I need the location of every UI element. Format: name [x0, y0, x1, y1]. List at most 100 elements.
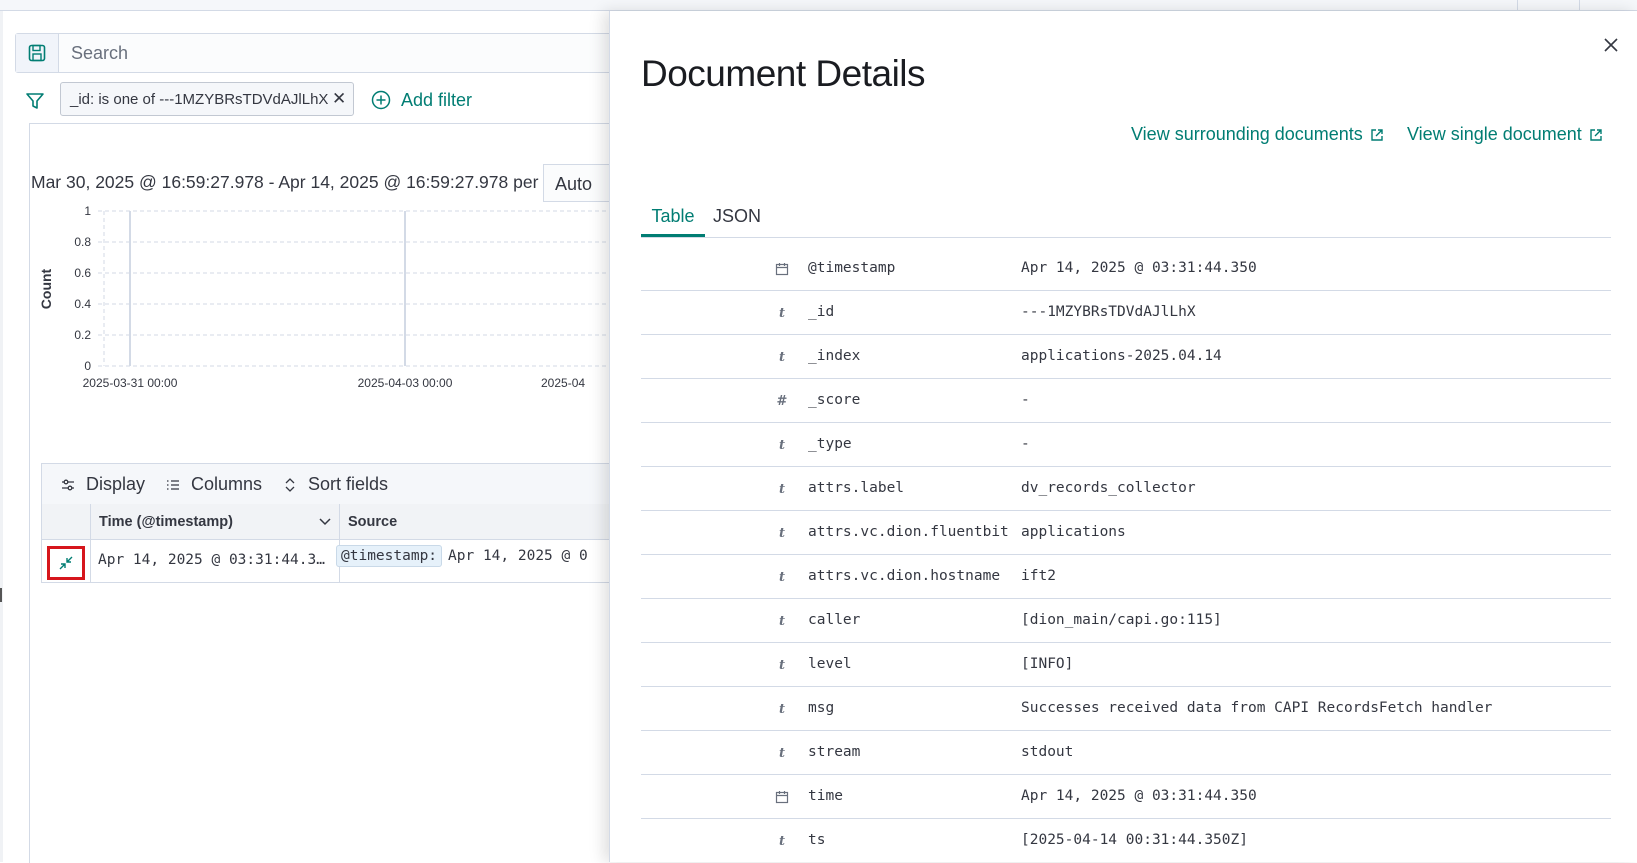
x-tick: 2025-03-31 00:00: [83, 376, 178, 390]
string-type-icon: t: [778, 481, 785, 497]
field-row: # _score -: [641, 379, 1611, 423]
tab-table-label: Table: [651, 206, 695, 226]
field-name: level: [808, 656, 852, 672]
x-tick: 2025-04-03 00:00: [358, 376, 453, 390]
field-name: attrs.vc.dion.hostname: [808, 568, 1001, 584]
top-bar-divider: [1517, 0, 1518, 10]
close-flyout-button[interactable]: [1599, 33, 1623, 57]
collapse-handle[interactable]: [0, 588, 2, 602]
y-tick: 0.2: [74, 328, 91, 342]
field-value: ift2: [1021, 568, 1056, 584]
field-name: time: [808, 788, 843, 804]
column-header-time[interactable]: Time (@timestamp): [99, 504, 233, 539]
field-value: Apr 14, 2025 @ 03:31:44.350: [1021, 260, 1257, 276]
add-filter-button[interactable]: Add filter: [371, 87, 472, 113]
top-bar: [0, 0, 1637, 11]
field-name: attrs.vc.dion.fluentbit: [808, 524, 1009, 540]
cell-timestamp: Apr 14, 2025 @ 03:31:44.3…: [98, 552, 325, 568]
header-divider: [339, 504, 340, 539]
field-value: applications-2025.04.14: [1021, 348, 1222, 364]
table-row[interactable]: Apr 14, 2025 @ 03:31:44.3… @timestamp: Ap…: [41, 540, 621, 583]
gridlines: [98, 210, 616, 367]
close-icon: [1604, 38, 1618, 52]
detail-tabs: Table JSON: [641, 202, 1611, 238]
field-row: t caller [dion_main/capi.go:115]: [641, 599, 1611, 643]
field-name: stream: [808, 744, 861, 760]
filter-icon[interactable]: [25, 91, 45, 111]
field-name: _id: [808, 304, 835, 320]
field-row: @timestamp Apr 14, 2025 @ 03:31:44.350: [641, 247, 1611, 291]
field-value: [2025-04-14 00:31:44.350Z]: [1021, 832, 1248, 848]
grid-toolbar: Display Columns Sort fields: [41, 463, 621, 505]
field-row: t stream stdout: [641, 731, 1611, 775]
view-single-document-link[interactable]: View single document: [1407, 124, 1603, 145]
number-type-icon: #: [776, 393, 788, 409]
display-button[interactable]: Display: [60, 474, 145, 495]
cell-divider: [90, 540, 91, 582]
tab-json[interactable]: JSON: [713, 202, 763, 237]
y-ticks: 1 0.8 0.6 0.4 0.2 0: [74, 205, 91, 373]
y-axis-label: Count: [38, 268, 54, 309]
remove-filter-icon[interactable]: ✕: [332, 89, 346, 109]
string-type-icon: t: [778, 349, 785, 365]
external-link-icon: [1371, 128, 1383, 141]
calendar-icon: [774, 789, 790, 805]
saved-query-button[interactable]: [16, 34, 59, 72]
field-row: t _id ---1MZYBRsTDVdAJlLhX: [641, 291, 1611, 335]
string-type-icon: t: [778, 613, 785, 629]
x-tick: 2025-04: [541, 376, 585, 390]
minimize-icon: [59, 556, 73, 570]
document-fields-table: @timestamp Apr 14, 2025 @ 03:31:44.350 t _i…: [641, 247, 1611, 862]
document-details-flyout: Document Details View surrounding docume…: [609, 11, 1637, 862]
search-input[interactable]: Search: [71, 43, 128, 64]
field-name: ts: [808, 832, 826, 848]
tab-table[interactable]: Table: [641, 202, 705, 237]
view-single-label: View single document: [1407, 124, 1582, 144]
save-icon: [28, 44, 46, 62]
field-row: t attrs.vc.dion.hostname ift2: [641, 555, 1611, 599]
field-name: attrs.label: [808, 480, 905, 496]
y-tick: 1: [84, 205, 91, 218]
histogram-chart: Count 1 0.8 0.6 0.4 0.2 0 2025-03-31 00:…: [38, 205, 616, 390]
field-value: [INFO]: [1021, 656, 1074, 672]
cell-source: @timestamp: Apr 14, 2025 @ 0: [336, 545, 588, 567]
columns-label: Columns: [191, 474, 263, 494]
field-name: msg: [808, 700, 835, 716]
calendar-icon: [774, 261, 790, 277]
view-surrounding-documents-link[interactable]: View surrounding documents: [1131, 124, 1384, 145]
y-tick: 0.4: [74, 297, 91, 311]
plus-circle-icon: [371, 90, 391, 110]
field-value: dv_records_collector: [1021, 480, 1196, 496]
field-value: stdout: [1021, 744, 1074, 760]
field-value: Apr 14, 2025 @ 03:31:44.350: [1021, 788, 1257, 804]
field-name: _score: [808, 392, 861, 408]
header-divider: [90, 504, 91, 539]
chevron-down-icon[interactable]: [318, 516, 332, 528]
field-value: applications: [1021, 524, 1126, 540]
filter-pill[interactable]: _id: is one of ---1MZYBRsTDVdAJlLhX ✕: [60, 82, 354, 116]
y-tick: 0.6: [74, 266, 91, 280]
flyout-title: Document Details: [641, 53, 926, 94]
view-surrounding-label: View surrounding documents: [1131, 124, 1363, 144]
query-bar: Search: [15, 33, 617, 73]
column-header-time-label: Time (@timestamp): [99, 513, 233, 530]
columns-button[interactable]: Columns: [165, 474, 262, 495]
interval-select-value: Auto: [555, 174, 593, 194]
sort-icon: [285, 477, 295, 492]
string-type-icon: t: [778, 525, 785, 541]
add-filter-label: Add filter: [401, 89, 473, 110]
field-value: -: [1021, 436, 1030, 452]
left-edge: [0, 11, 3, 862]
string-type-icon: t: [778, 437, 785, 453]
field-name: _type: [808, 436, 852, 452]
column-header-source[interactable]: Source: [348, 504, 397, 539]
field-value: [dion_main/capi.go:115]: [1021, 612, 1222, 628]
field-value: Successes received data from CAPI Record…: [1021, 700, 1493, 716]
tab-json-label: JSON: [713, 206, 762, 226]
sort-fields-button[interactable]: Sort fields: [282, 474, 388, 495]
string-type-icon: t: [778, 833, 785, 849]
field-row: time Apr 14, 2025 @ 03:31:44.350: [641, 775, 1611, 819]
string-type-icon: t: [778, 745, 785, 761]
y-tick: 0.8: [74, 235, 91, 249]
collapse-row-button[interactable]: [47, 546, 85, 580]
